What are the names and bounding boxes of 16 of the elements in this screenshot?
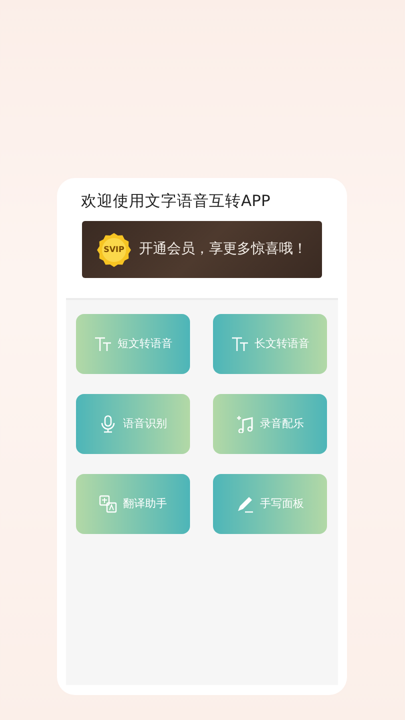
welcome-title: 欢迎使用文字语音互转APP xyxy=(81,191,272,212)
music-note-icon xyxy=(236,415,254,433)
translate-icon xyxy=(99,495,117,513)
feature-tile[interactable]: 手写面板 xyxy=(213,474,327,534)
text-size-icon xyxy=(94,335,112,353)
pencil-icon xyxy=(236,495,254,513)
microphone-icon xyxy=(99,415,117,433)
feature-tile[interactable]: 长文转语音 xyxy=(213,314,327,374)
banner-text: 开通会员，享更多惊喜哦！ xyxy=(139,240,307,259)
feature-tile[interactable]: 短文转语音 xyxy=(76,314,190,374)
vip-badge: SVIP xyxy=(97,232,131,266)
vip-banner[interactable]: SVIP 开通会员，享更多惊喜哦！ xyxy=(82,221,322,278)
feature-tile[interactable]: 语音识别 xyxy=(76,394,190,454)
feature-tile[interactable]: 录音配乐 xyxy=(213,394,327,454)
feature-tile[interactable]: 翻译助手 xyxy=(76,474,190,534)
text-size-icon xyxy=(230,335,248,353)
